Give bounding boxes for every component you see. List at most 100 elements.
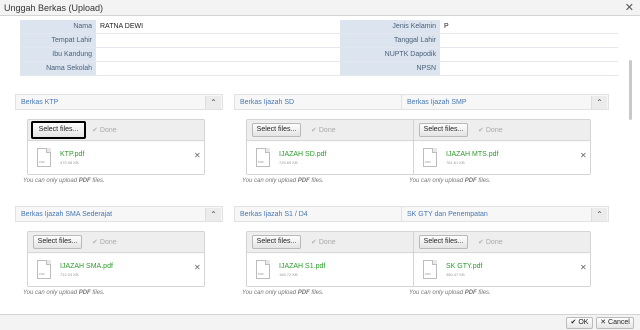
uploaded-file: PDF SK GTY.pdf 380.47 KB ✕ xyxy=(414,254,590,286)
select-files-button[interactable]: Select files... xyxy=(419,123,468,137)
upload-panel-sk-gty: SK GTY dan Penempatan ⌃ Select files... … xyxy=(401,206,609,302)
dialog-title: Unggah Berkas (Upload) xyxy=(4,3,104,13)
file-upload: Select files... ✔ Done PDF IJAZAH S1.pdf … xyxy=(246,231,424,287)
remove-icon[interactable]: ✕ xyxy=(580,151,587,160)
cancel-label: Cancel xyxy=(608,319,630,326)
check-icon: ✔ xyxy=(570,319,577,326)
panel-title: Berkas Ijazah S1 / D4 xyxy=(240,211,308,218)
done-button[interactable]: ✔ Done xyxy=(92,238,117,246)
info-value xyxy=(96,48,320,61)
chevron-up-icon[interactable]: ⌃ xyxy=(591,96,607,109)
select-files-button[interactable]: Select files... xyxy=(31,121,86,139)
hint-prefix: You can only upload xyxy=(409,178,465,184)
uploaded-file: PDF IJAZAH SMA.pdf 712.24 KB ✕ xyxy=(28,254,204,286)
check-icon: ✔ xyxy=(478,239,484,246)
page-fold xyxy=(265,148,270,153)
info-label: Jenis Kelamin xyxy=(340,20,440,33)
select-files-button[interactable]: Select files... xyxy=(419,235,468,249)
hint-prefix: You can only upload xyxy=(23,290,79,296)
info-gap xyxy=(320,20,340,33)
file-size: 725.69 KB xyxy=(279,160,298,165)
info-value xyxy=(96,62,320,75)
select-files-button[interactable]: Select files... xyxy=(252,123,301,137)
upload-hint: You can only upload PDF files. xyxy=(242,178,324,184)
file-upload: Select files... ✔ Done PDF IJAZAH SMA.pdf… xyxy=(27,231,205,287)
upload-hint: You can only upload PDF files. xyxy=(409,290,491,296)
panel-header: SK GTY dan Penempatan ⌃ xyxy=(401,206,609,222)
file-size: 165.72 KB xyxy=(279,272,298,277)
check-icon: ✔ xyxy=(92,239,98,246)
uploaded-file: PDF IJAZAH MTS.pdf 761.61 KB ✕ xyxy=(414,142,590,174)
info-label: Tanggal Lahir xyxy=(340,34,440,47)
chevron-up-icon[interactable]: ⌃ xyxy=(591,208,607,221)
done-label: Done xyxy=(99,127,117,134)
file-ext: PDF xyxy=(39,272,45,276)
file-size: 470.98 KB xyxy=(60,160,79,165)
upload-toolbar: Select files... ✔ Done xyxy=(414,120,590,141)
file-ext: PDF xyxy=(258,160,264,164)
hint-prefix: You can only upload xyxy=(242,178,298,184)
info-value: RATNA DEWI xyxy=(96,20,320,33)
done-label: Done xyxy=(318,127,336,134)
info-value xyxy=(96,34,320,47)
info-label: Ibu Kandung xyxy=(20,48,96,61)
hint-suffix: files. xyxy=(476,178,491,184)
chevron-up-icon[interactable]: ⌃ xyxy=(205,96,221,109)
page-fold xyxy=(432,148,437,153)
info-label: NUPTK Dapodik xyxy=(340,48,440,61)
upload-hint: You can only upload PDF files. xyxy=(23,178,105,184)
scrollbar-thumb[interactable] xyxy=(629,60,632,120)
hint-emph: PDF xyxy=(78,178,91,184)
upload-toolbar: Select files... ✔ Done xyxy=(28,120,204,141)
done-button[interactable]: ✔ Done xyxy=(311,126,336,134)
select-files-button[interactable]: Select files... xyxy=(252,235,301,249)
hint-suffix: files. xyxy=(476,290,491,296)
file-name: IJAZAH MTS.pdf xyxy=(446,151,499,158)
remove-icon[interactable]: ✕ xyxy=(194,263,201,272)
dialog-footer: ✔ OK ✕ Cancel xyxy=(0,314,640,330)
upload-panel-ktp: Berkas KTP ⌃ Select files... ✔ Done PDF K… xyxy=(15,94,223,190)
info-label: Nama xyxy=(20,20,96,33)
done-label: Done xyxy=(318,239,336,246)
info-label: Tempat Lahir xyxy=(20,34,96,47)
file-upload: Select files... ✔ Done PDF KTP.pdf 470.98… xyxy=(27,119,205,175)
info-gap xyxy=(320,48,340,61)
panel-header: Berkas Ijazah SMA Sederajat ⌃ xyxy=(15,206,223,222)
file-upload: Select files... ✔ Done PDF SK GTY.pdf 380… xyxy=(413,231,591,287)
done-label: Done xyxy=(99,239,117,246)
cancel-button[interactable]: ✕ Cancel xyxy=(596,317,634,329)
done-button[interactable]: ✔ Done xyxy=(478,238,503,246)
hint-emph: PDF xyxy=(464,178,477,184)
hint-suffix: files. xyxy=(90,178,105,184)
done-button[interactable]: ✔ Done xyxy=(92,126,117,134)
upload-hint: You can only upload PDF files. xyxy=(23,290,105,296)
done-button[interactable]: ✔ Done xyxy=(311,238,336,246)
info-label: NPSN xyxy=(340,62,440,75)
info-value: P xyxy=(440,20,618,33)
info-gap xyxy=(320,62,340,75)
chevron-up-icon[interactable]: ⌃ xyxy=(205,208,221,221)
info-row: Nama Sekolah NPSN xyxy=(20,62,618,76)
done-label: Done xyxy=(485,239,503,246)
file-name: SK GTY.pdf xyxy=(446,263,483,270)
pdf-file-icon: PDF xyxy=(37,148,51,167)
file-name: IJAZAH SD.pdf xyxy=(279,151,327,158)
ok-button[interactable]: ✔ OK xyxy=(566,317,593,329)
panel-title: Berkas Ijazah SMA Sederajat xyxy=(21,211,113,218)
upload-hint: You can only upload PDF files. xyxy=(409,178,491,184)
close-icon[interactable]: ✕ xyxy=(625,1,634,14)
upload-toolbar: Select files... ✔ Done xyxy=(247,232,423,253)
hint-suffix: files. xyxy=(309,290,324,296)
remove-icon[interactable]: ✕ xyxy=(580,263,587,272)
uploaded-file: PDF IJAZAH SD.pdf 725.69 KB ✕ xyxy=(247,142,423,174)
file-upload: Select files... ✔ Done PDF IJAZAH MTS.pdf… xyxy=(413,119,591,175)
check-icon: ✔ xyxy=(311,239,317,246)
done-button[interactable]: ✔ Done xyxy=(478,126,503,134)
page-fold xyxy=(46,148,51,153)
select-files-button[interactable]: Select files... xyxy=(33,235,82,249)
file-ext: PDF xyxy=(425,272,431,276)
done-label: Done xyxy=(485,127,503,134)
hint-emph: PDF xyxy=(297,178,310,184)
file-size: 761.61 KB xyxy=(446,160,465,165)
remove-icon[interactable]: ✕ xyxy=(194,151,201,160)
